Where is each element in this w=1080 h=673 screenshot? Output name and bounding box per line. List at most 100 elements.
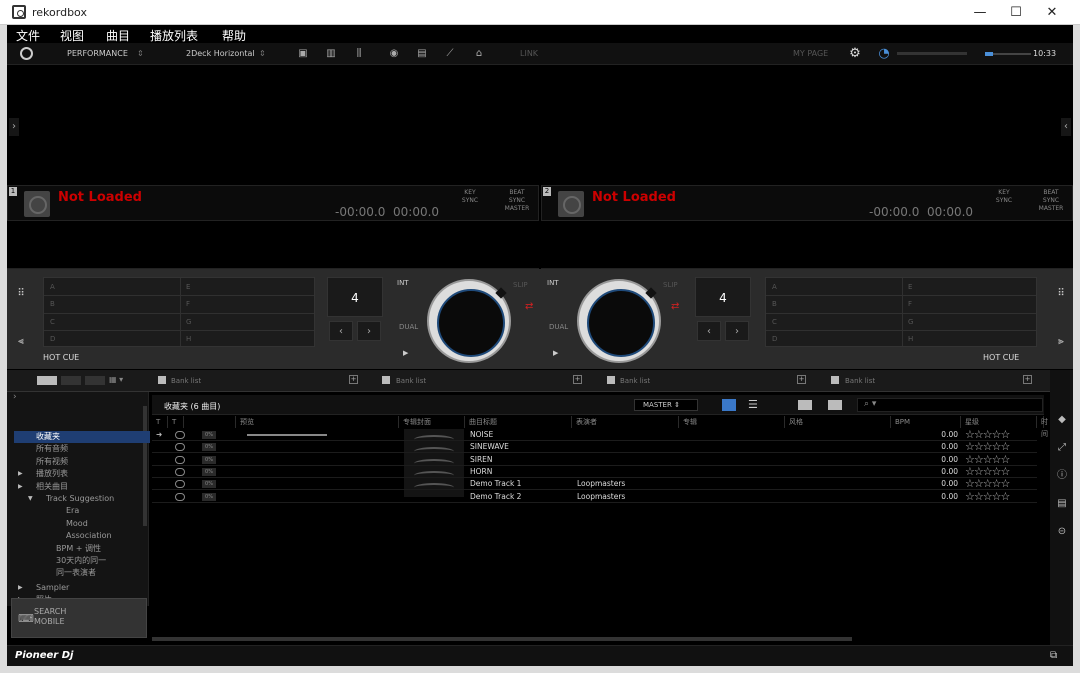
column-header[interactable]: BPM <box>891 416 961 428</box>
horizontal-scrollbar[interactable] <box>152 637 852 641</box>
rating-stars-icon[interactable]: ☆☆☆☆☆ <box>965 466 1010 477</box>
rating-stars-icon[interactable]: ☆☆☆☆☆ <box>965 491 1010 502</box>
record-icon[interactable]: ◉ <box>388 48 400 60</box>
filter-icon[interactable]: T <box>172 418 176 426</box>
deck-2-hot-cue-pads[interactable]: A B C D E F G H <box>765 277 1037 347</box>
deck-2-int-label[interactable]: INT <box>547 279 559 287</box>
artwork-view-icon[interactable] <box>798 400 812 410</box>
pad-mode-grid-right-icon[interactable]: ⠿ <box>1051 279 1071 309</box>
bank-list-1[interactable]: Bank list <box>171 377 201 385</box>
tree-item[interactable]: BPM + 调性 <box>14 543 150 555</box>
deck-1-beat-back-button[interactable]: ‹ <box>329 321 353 341</box>
menu-help[interactable]: 帮助 <box>222 27 246 44</box>
layout-selector[interactable]: 2Deck Horizontal <box>186 49 255 58</box>
column-header[interactable]: 预览 <box>236 416 399 428</box>
cloud-icon[interactable] <box>175 480 185 489</box>
bank-list-4[interactable]: Bank list <box>845 377 875 385</box>
track-row[interactable]: 0% Demo Track 1 Loopmasters 0.00 ☆☆☆☆☆ <box>152 478 1037 491</box>
deck-2-beat-fwd-button[interactable]: › <box>725 321 749 341</box>
expand-right-arrow-icon[interactable]: ‹ <box>1061 118 1071 136</box>
rating-stars-icon[interactable]: ☆☆☆☆☆ <box>965 441 1010 452</box>
link-icon[interactable]: ⊝ <box>1056 526 1068 538</box>
list-panel-icon[interactable]: ▤ <box>1056 498 1068 510</box>
deck-1-waveform[interactable] <box>7 221 539 269</box>
deck-1-beat-sync-button[interactable]: BEAT SYNC MASTER <box>502 189 532 213</box>
column-header[interactable] <box>184 416 236 428</box>
layout-menu-icon[interactable]: ▦ ▾ <box>109 375 123 384</box>
tag-icon[interactable]: ◆ <box>1056 414 1068 426</box>
track-row[interactable]: ➜ 0% NOISE 0.00 ☆☆☆☆☆ <box>152 429 1037 441</box>
deck-2-key-sync-button[interactable]: KEY SYNC <box>990 189 1018 205</box>
deck-1-hot-cue-pads[interactable]: A B C D E F G H <box>43 277 315 347</box>
column-header[interactable]: 星级 <box>961 416 1037 428</box>
track-row[interactable]: 0% SIREN 0.00 ☆☆☆☆☆ <box>152 454 1037 466</box>
video-icon[interactable]: ▤ <box>416 48 428 60</box>
tree-arrow-icon[interactable]: ▼ <box>28 493 33 505</box>
rating-stars-icon[interactable]: ☆☆☆☆☆ <box>965 429 1010 440</box>
mixer-icon[interactable]: ⫼ <box>353 48 365 60</box>
tree-item[interactable]: 所有视频 <box>14 456 150 468</box>
cloud-icon[interactable] <box>175 455 185 464</box>
search-mobile-panel[interactable]: ⌨ SEARCH MOBILE <box>11 598 147 638</box>
master-volume-knob-icon[interactable]: ◔ <box>878 47 890 60</box>
deck-2-beat-sync-button[interactable]: BEAT SYNC MASTER <box>1036 189 1066 213</box>
tree-item[interactable]: ▶ 相关曲目 <box>14 481 150 493</box>
tree-item[interactable]: Association <box>14 530 150 542</box>
deck-2-play-button[interactable]: ▶ <box>553 349 558 357</box>
column-header[interactable]: 专辑封面 <box>399 416 465 428</box>
column-header[interactable]: T <box>168 416 184 428</box>
lighting-icon[interactable]: ⟋ <box>444 48 456 60</box>
bank-4-add-icon[interactable]: + <box>1023 375 1032 384</box>
deck-1-tools-icon[interactable]: ⫷ <box>11 327 31 357</box>
deck-1-int-label[interactable]: INT <box>397 279 409 287</box>
related-icon[interactable]: ⤢ <box>1056 442 1068 454</box>
deck-2-waveform[interactable] <box>541 221 1073 269</box>
link-button[interactable]: LINK <box>520 49 538 58</box>
maximize-button[interactable]: ☐ <box>998 0 1034 25</box>
grid-view-icon[interactable]: ▥ <box>325 48 337 60</box>
deck-1-play-button[interactable]: ▶ <box>403 349 408 357</box>
rekordbox-menu-icon[interactable] <box>20 47 33 60</box>
tree-item[interactable]: 30天内的同一 <box>14 555 150 567</box>
layout-toggle-icon[interactable] <box>85 376 105 385</box>
cloud-icon[interactable] <box>175 467 185 476</box>
sampler-icon[interactable]: ⌂ <box>473 48 485 60</box>
tree-item[interactable]: 同一表演者 <box>14 567 150 579</box>
fullscreen-icon[interactable]: ⧉ <box>1050 650 1057 661</box>
tree-item[interactable]: ▶ 播放列表 <box>14 468 150 480</box>
tree-arrow-icon[interactable]: ▶ <box>18 481 23 493</box>
deck-2-reverse-icon[interactable]: ⇄ <box>671 301 679 312</box>
tree-item[interactable]: 所有音频 <box>14 443 150 455</box>
expand-left-arrow-icon[interactable]: › <box>9 118 19 136</box>
layout-toggle-icon[interactable] <box>61 376 81 385</box>
rating-stars-icon[interactable]: ☆☆☆☆☆ <box>965 454 1010 465</box>
volume-slider-handle[interactable] <box>985 52 993 56</box>
master-selector[interactable]: MASTER ⇕ <box>634 399 698 411</box>
track-row[interactable]: 0% SINEWAVE 0.00 ☆☆☆☆☆ <box>152 441 1037 454</box>
bank-1-add-icon[interactable]: + <box>349 375 358 384</box>
tree-item[interactable]: Era <box>14 505 150 517</box>
minimize-button[interactable]: — <box>962 0 998 25</box>
tree-item[interactable]: ▶ Sampler <box>14 582 150 594</box>
deck-2-slip-label[interactable]: SLIP <box>663 281 678 289</box>
deck-1-beat-count[interactable]: 4 <box>327 277 383 317</box>
preview-waveform[interactable] <box>247 434 327 436</box>
filter-icon[interactable]: T <box>156 418 160 426</box>
rating-stars-icon[interactable]: ☆☆☆☆☆ <box>965 478 1010 489</box>
tree-item[interactable]: 收藏夹 <box>14 431 150 443</box>
bank-list-3[interactable]: Bank list <box>620 377 650 385</box>
column-header[interactable]: T <box>152 416 168 428</box>
deck-1-beat-fwd-button[interactable]: › <box>357 321 381 341</box>
deck-2-beat-back-button[interactable]: ‹ <box>697 321 721 341</box>
search-input[interactable]: ⌕ ▾ <box>857 398 1043 412</box>
deck-1-reverse-icon[interactable]: ⇄ <box>525 301 533 312</box>
bank-3-add-icon[interactable]: + <box>797 375 806 384</box>
mypage-button[interactable]: MY PAGE <box>793 49 828 58</box>
cloud-icon[interactable] <box>175 431 185 439</box>
column-header[interactable]: 风格 <box>785 416 891 428</box>
tree-arrow-icon[interactable]: ▶ <box>18 582 23 594</box>
info-icon[interactable]: ⓘ <box>1056 470 1068 482</box>
column-header[interactable]: 时间 <box>1037 416 1048 438</box>
tree-collapse-icon[interactable]: › <box>13 392 17 402</box>
single-view-icon[interactable]: ▣ <box>297 48 309 60</box>
